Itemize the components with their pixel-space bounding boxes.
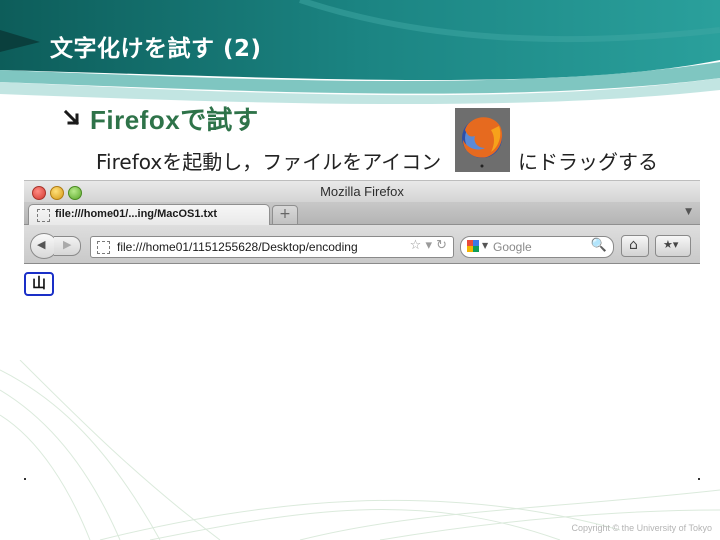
bullet-text-latin: Firefox [90, 104, 181, 135]
home-button[interactable]: ⌂ [621, 235, 649, 257]
arrow-bullet-icon [63, 109, 80, 126]
bullet-heading: Firefoxで試す [62, 100, 258, 136]
slide-corner-mark-right [698, 478, 700, 480]
forward-arrow-icon: ▶ [63, 238, 72, 251]
search-engine-dropdown-icon[interactable]: ▼ [482, 241, 488, 250]
search-placeholder: Google [493, 240, 532, 254]
page-favicon-icon [37, 209, 50, 222]
footer-lines-graphic [0, 360, 720, 540]
bookmarks-icon: ★▾ [663, 238, 679, 251]
url-bar[interactable]: file:///home01/1151255628/Desktop/encodi… [90, 236, 454, 258]
instruction-text-part1: Firefoxを起動し，ファイルをアイコン [96, 150, 442, 174]
url-bar-actions-icons[interactable]: ☆ ▾ ↻ [410, 238, 447, 253]
navigation-toolbar: ◀ ▶ file:///home01/1151255628/Desktop/en… [24, 225, 700, 264]
bullet-text-jp: で試す [180, 105, 259, 136]
bullet-text: Firefoxで試す [90, 100, 258, 137]
firefox-window: Mozilla Firefox file:///home01/...ing/Ma… [24, 180, 700, 268]
slide-header: 文字化けを試す (2) [0, 0, 720, 110]
footer-decoration [0, 360, 720, 540]
site-identity-icon [97, 241, 110, 254]
slide-title: 文字化けを試す (2) [50, 36, 262, 62]
tab-list-chevron-icon[interactable]: ▼ [685, 207, 692, 217]
back-forward-group: ◀ ▶ [30, 233, 86, 259]
slide-corner-mark-left [24, 478, 26, 480]
google-engine-icon[interactable] [467, 240, 479, 252]
home-icon: ⌂ [629, 237, 638, 253]
window-titlebar: Mozilla Firefox [24, 180, 700, 203]
tab-strip: file:///home01/...ing/MacOS1.txt + ▼ [24, 202, 700, 226]
copyright-notice: Copyright © the University of Tokyo [571, 523, 712, 533]
new-tab-button[interactable]: + [272, 205, 298, 225]
search-bar[interactable]: ▼ Google 🔍 [460, 236, 614, 258]
forward-button[interactable]: ▶ [54, 236, 81, 256]
instruction-text-part2: にドラッグする [518, 150, 658, 174]
window-title: Mozilla Firefox [320, 184, 404, 199]
tab-label: file:///home01/...ing/MacOS1.txt [55, 208, 217, 220]
back-arrow-icon: ◀ [37, 238, 46, 251]
url-text[interactable]: file:///home01/1151255628/Desktop/encodi… [117, 240, 387, 254]
bookmarks-menu-button[interactable]: ★▾ [655, 235, 691, 257]
firefox-logo-icon [462, 117, 503, 168]
displayed-character: 山 [24, 272, 54, 296]
search-icon[interactable]: 🔍 [591, 238, 607, 253]
browser-tab-active[interactable]: file:///home01/...ing/MacOS1.txt [28, 204, 270, 226]
firefox-app-icon [455, 108, 510, 172]
